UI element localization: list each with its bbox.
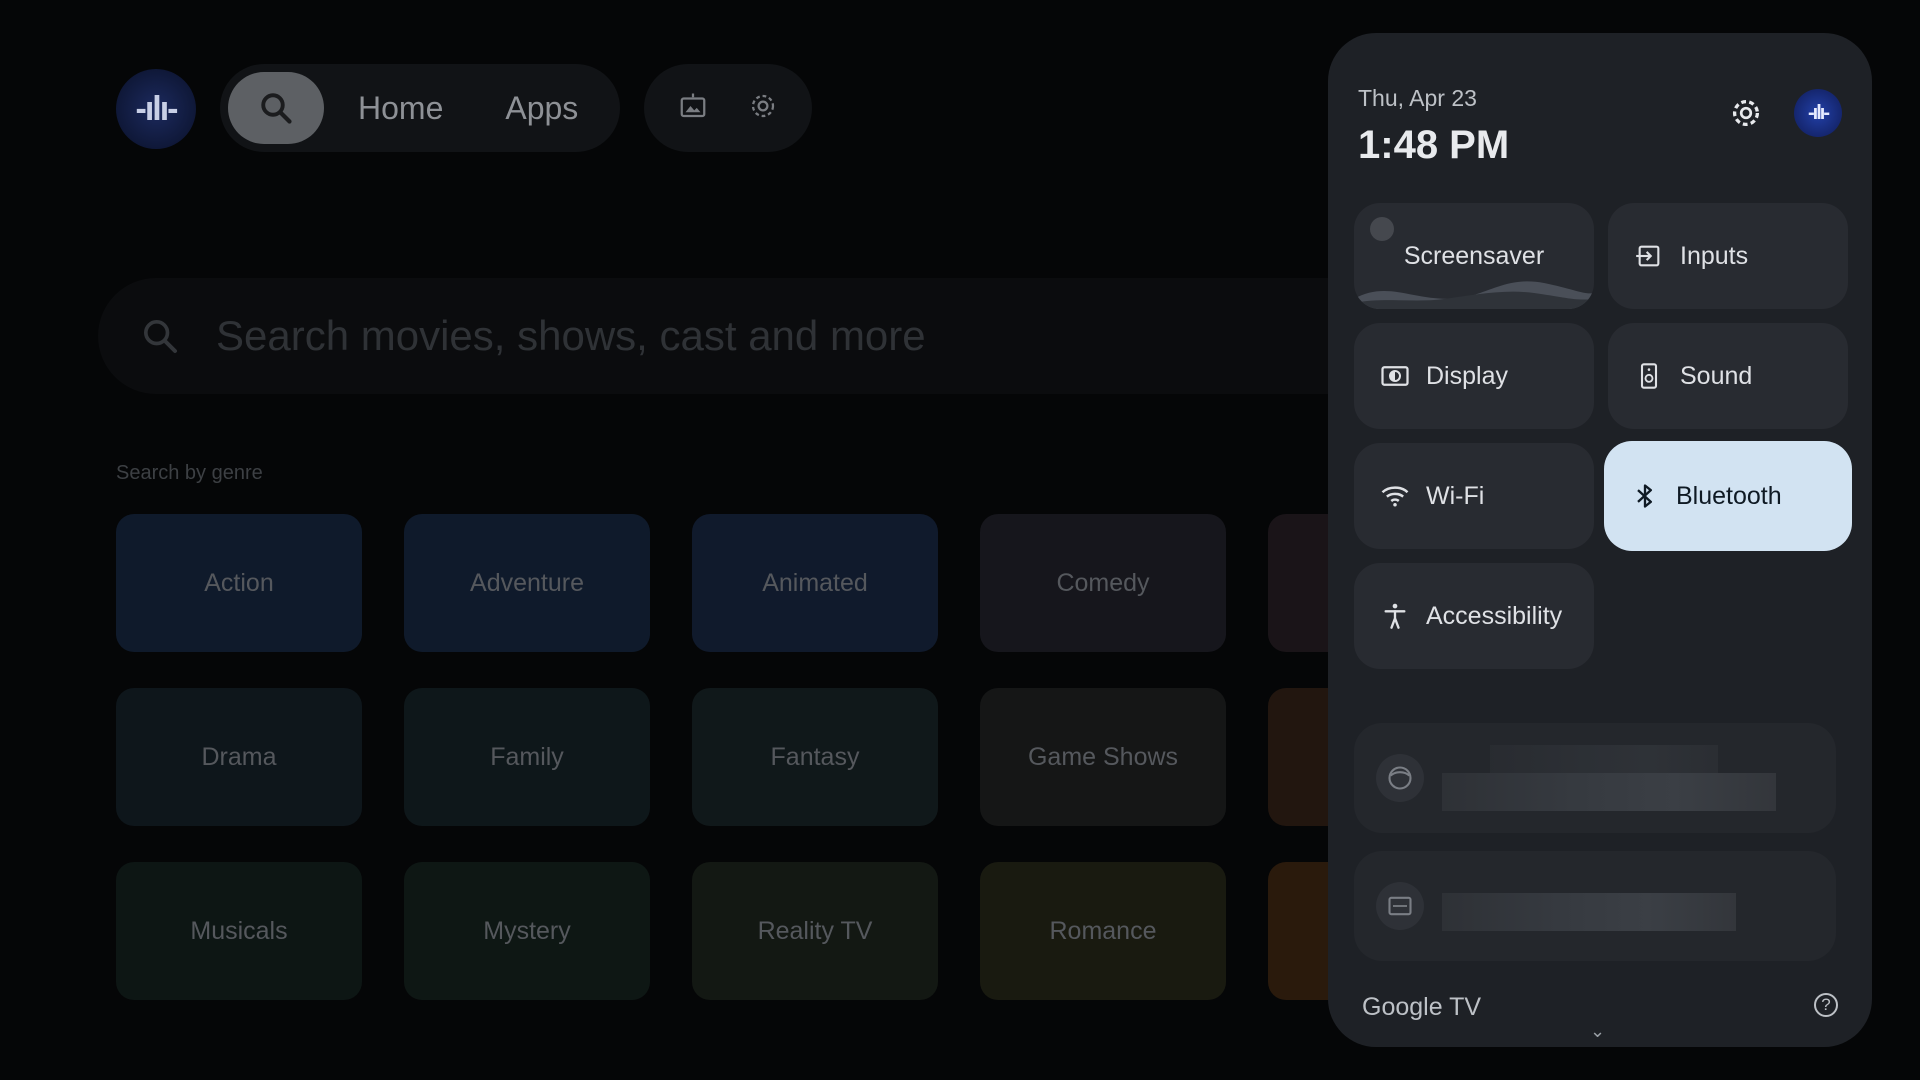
google-tv-brand: Google TV (1362, 993, 1482, 1021)
settings-gear-icon (751, 94, 775, 117)
input-source-icon (1636, 245, 1660, 267)
genre-tile-adventure[interactable]: Adventure (404, 514, 650, 652)
screensaver-dot-icon (1370, 217, 1394, 241)
genre-tile-musicals[interactable]: Musicals (116, 862, 362, 1000)
search-bar[interactable]: Search movies, shows, cast and more (98, 278, 1478, 394)
nav-apps-tab[interactable]: Apps (505, 90, 578, 127)
top-icon-group (644, 64, 812, 152)
screensaver-label: Screensaver (1403, 241, 1545, 270)
genre-tile-action[interactable]: Action (116, 514, 362, 652)
genre-tile-family[interactable]: Family (404, 688, 650, 826)
display-label: Display (1426, 361, 1508, 390)
media-card-loading[interactable] (1354, 851, 1836, 961)
sound-tile[interactable]: Sound (1608, 323, 1848, 429)
panel-settings-button[interactable] (1724, 91, 1768, 135)
display-tile[interactable]: Display (1354, 323, 1594, 429)
genre-tile-fantasy[interactable]: Fantasy (692, 688, 938, 826)
cast-face-icon (1376, 754, 1424, 802)
search-icon (261, 93, 292, 124)
sound-label: Sound (1680, 361, 1753, 390)
genre-tile-romance[interactable]: Romance (980, 862, 1226, 1000)
display-brightness-icon (1381, 366, 1409, 386)
speaker-icon (1640, 363, 1658, 389)
genre-tile-game-shows[interactable]: Game Shows (980, 688, 1226, 826)
genre-tile-drama[interactable]: Drama (116, 688, 362, 826)
bluetooth-icon (1637, 484, 1652, 508)
genre-label: Musicals (190, 916, 288, 945)
wifi-icon (1381, 486, 1409, 507)
quick-settings-panel: Thu, Apr 23 1:48 PM -ılı- Screensaver In… (1328, 33, 1872, 1047)
bluetooth-tile[interactable]: Bluetooth (1604, 441, 1852, 551)
settings-button[interactable] (748, 91, 778, 126)
genre-label: Comedy (1056, 568, 1150, 597)
genre-label: Animated (762, 568, 868, 597)
genre-label: Adventure (470, 568, 584, 597)
genre-label: Drama (201, 742, 277, 771)
genre-tile-animated[interactable]: Animated (692, 514, 938, 652)
genre-label: Fantasy (770, 742, 860, 771)
screen-icon (1376, 882, 1424, 930)
photo-frame-icon (680, 93, 706, 117)
accessibility-tile[interactable]: Accessibility (1354, 563, 1594, 669)
genre-tile-mystery[interactable]: Mystery (404, 862, 650, 1000)
panel-profile-avatar[interactable]: -ılı- (1794, 89, 1842, 137)
genre-label: Reality TV (757, 916, 873, 945)
ambient-mode-button[interactable] (678, 91, 708, 126)
inputs-label: Inputs (1680, 241, 1749, 270)
genre-tile-reality-tv[interactable]: Reality TV (692, 862, 938, 1000)
avatar-waveform-icon: -ılı- (135, 89, 179, 128)
panel-time: 1:48 PM (1358, 123, 1510, 167)
accessibility-icon (1384, 603, 1406, 629)
nav-home-tab[interactable]: Home (358, 90, 443, 127)
genre-section-title: Search by genre (116, 462, 263, 484)
top-nav: Home Apps (220, 64, 620, 152)
screensaver-landscape-icon (1354, 281, 1594, 309)
genre-label: Family (490, 742, 564, 771)
genre-label: Mystery (483, 916, 571, 945)
help-icon[interactable]: ? (1814, 993, 1838, 1017)
bluetooth-label: Bluetooth (1676, 481, 1782, 510)
nav-search-button[interactable] (228, 72, 324, 144)
genre-tile-comedy[interactable]: Comedy (980, 514, 1226, 652)
chevron-down-icon[interactable]: ⌄ (1590, 1021, 1605, 1042)
screensaver-tile[interactable]: Screensaver (1354, 203, 1594, 309)
profile-avatar[interactable]: -ılı- (116, 69, 196, 149)
search-icon (144, 320, 177, 353)
panel-date: Thu, Apr 23 (1358, 85, 1477, 111)
media-card-loading[interactable] (1354, 723, 1836, 833)
wifi-label: Wi-Fi (1426, 481, 1485, 510)
loading-placeholder-bar (1442, 893, 1736, 931)
avatar-waveform-icon: -ılı- (1808, 101, 1830, 124)
genre-label: Action (204, 568, 274, 597)
settings-gear-icon (1732, 99, 1760, 127)
genre-label: Romance (1049, 916, 1157, 945)
search-placeholder: Search movies, shows, cast and more (216, 312, 926, 359)
wifi-tile[interactable]: Wi-Fi (1354, 443, 1594, 549)
loading-placeholder-bar (1490, 745, 1718, 773)
accessibility-label: Accessibility (1426, 601, 1563, 630)
genre-label: Game Shows (1027, 742, 1179, 771)
loading-placeholder-bar (1442, 773, 1776, 811)
inputs-tile[interactable]: Inputs (1608, 203, 1848, 309)
